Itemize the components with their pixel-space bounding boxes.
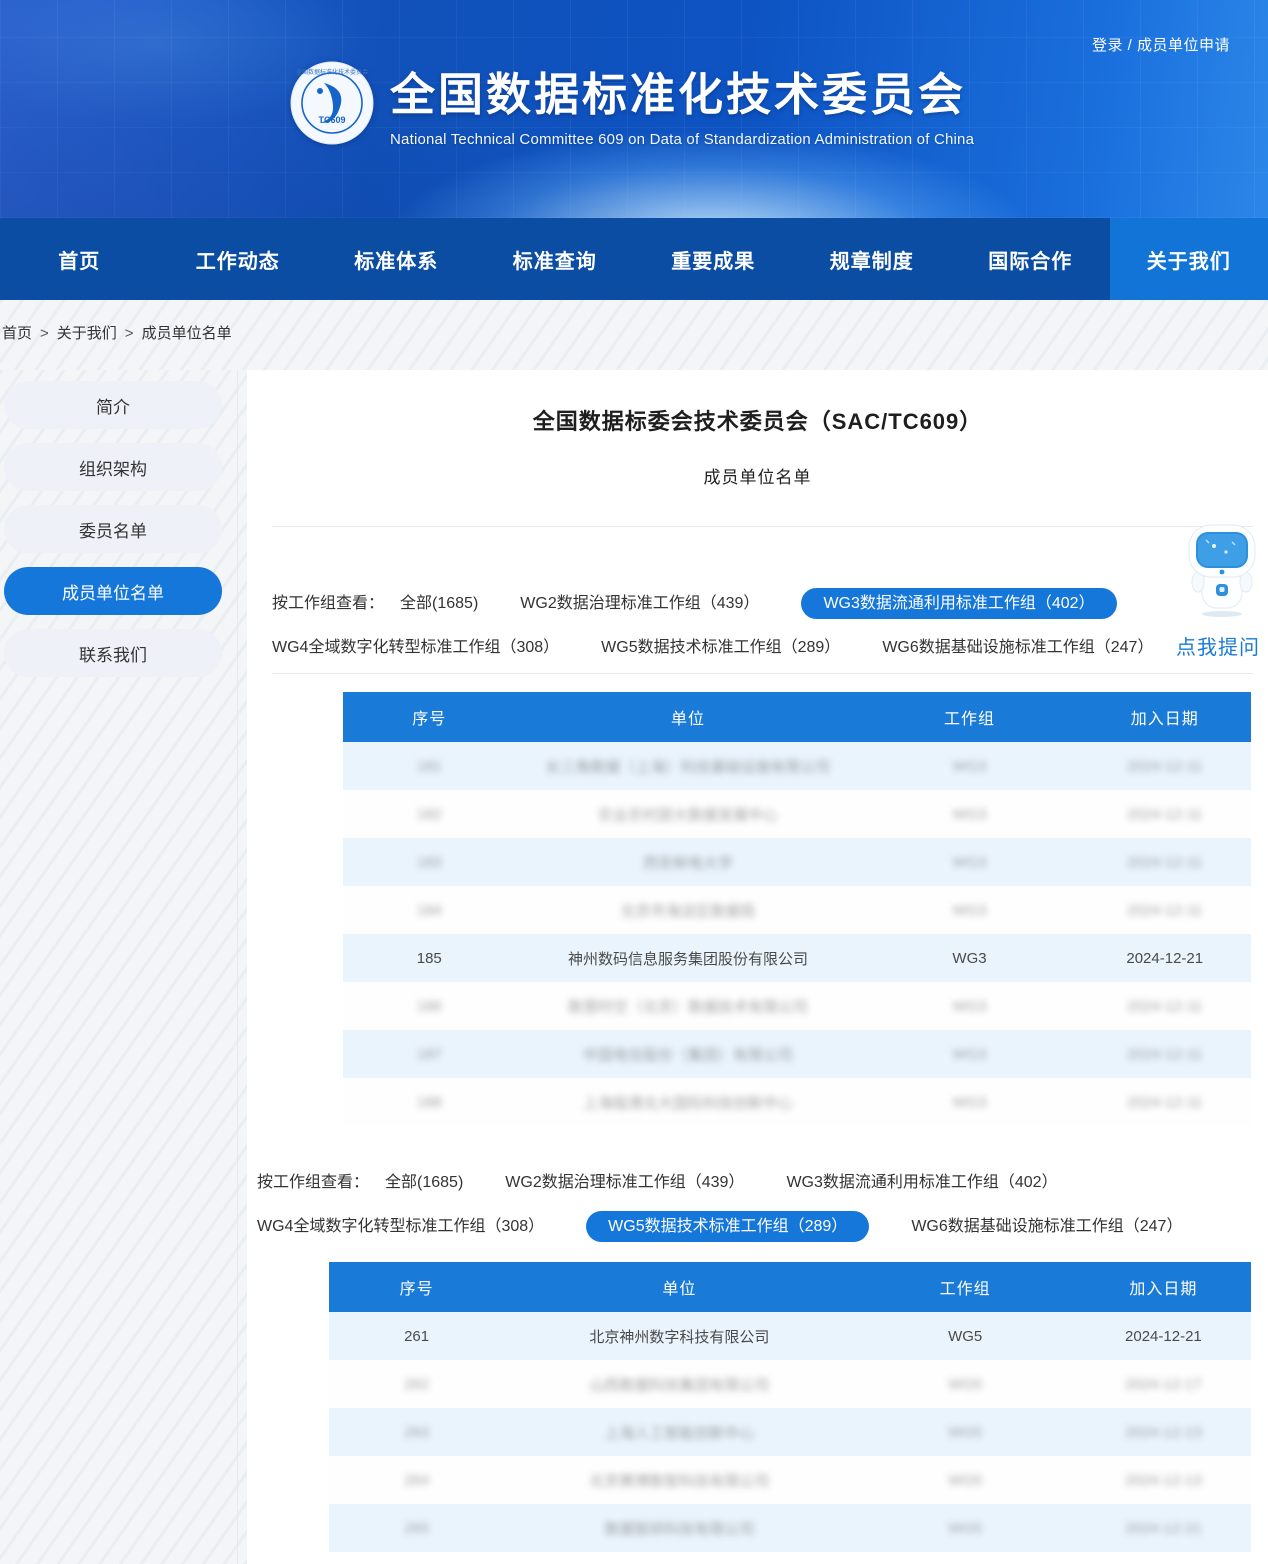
site-title: 全国数据标准化技术委员会: [390, 58, 974, 123]
brand: TC609 全国数据标准化技术委员会 全国数据标准化技术委员会 National…: [290, 58, 974, 148]
nav-item-international[interactable]: 国际合作: [951, 218, 1110, 300]
workgroup-filter-selected[interactable]: WG5数据技术标准工作组（289）: [586, 1211, 869, 1242]
workgroup-filter-selected[interactable]: WG3数据流通利用标准工作组（402）: [801, 588, 1116, 619]
sidebar-item-contact[interactable]: 联系我们: [4, 629, 222, 677]
breadcrumb-home[interactable]: 首页: [2, 325, 32, 342]
main-nav: 首页 工作动态 标准体系 标准查询 重要成果 规章制度 国际合作 关于我们: [0, 218, 1268, 300]
nav-item-news[interactable]: 工作动态: [159, 218, 318, 300]
nav-item-standard-search[interactable]: 标准查询: [476, 218, 635, 300]
workgroup-filter[interactable]: WG2数据治理标准工作组（439）: [520, 595, 759, 612]
svg-text:全国数据标准化技术委员会: 全国数据标准化技术委员会: [296, 68, 368, 76]
breadcrumb: 首页 > 关于我们 > 成员单位名单: [0, 300, 1268, 370]
workgroup-filter[interactable]: WG5数据技术标准工作组（289）: [601, 639, 840, 656]
member-row: 185神州数码信息服务集团股份有限公司WG32024-12-21: [343, 934, 1251, 982]
nav-item-about-us[interactable]: 关于我们: [1110, 218, 1268, 300]
breadcrumb-current: 成员单位名单: [142, 325, 232, 342]
main-panel: 全国数据标委会技术委员会（SAC/TC609） 成员单位名单 按工作组查看： 全…: [247, 370, 1268, 1564]
member-row: 184北京市海淀区数据局WG32024-12-11: [343, 886, 1251, 934]
nav-item-home[interactable]: 首页: [0, 218, 159, 300]
sidebar-item-structure[interactable]: 组织架构: [4, 443, 222, 491]
breadcrumb-separator: >: [125, 325, 134, 342]
member-table-wg3: 序号 单位 工作组 加入日期 181长三角数据（上海）科技基础设施有限公司WG3…: [343, 692, 1251, 1126]
member-row: 264北京赛博数智科技有限公司WG52024-12-13: [329, 1456, 1251, 1504]
brand-text: 全国数据标准化技术委员会 National Technical Committe…: [390, 58, 974, 148]
col-header-join-date: 加入日期: [1076, 1262, 1251, 1312]
workgroup-filter[interactable]: WG6数据基础设施标准工作组（247）: [882, 639, 1153, 656]
workgroup-filter[interactable]: WG2数据治理标准工作组（439）: [505, 1174, 744, 1191]
member-row: 262山西数据科技集团有限公司WG52024-12-17: [329, 1360, 1251, 1408]
table-header-row: 序号 单位 工作组 加入日期: [329, 1262, 1251, 1312]
member-row: 186数慧时空（北京）数据技术有限公司WG32024-12-11: [343, 982, 1251, 1030]
member-row: 263上海人工智能创新中心WG52024-12-13: [329, 1408, 1251, 1456]
login-apply-link[interactable]: 登录 / 成员单位申请: [1092, 34, 1230, 55]
assistant-robot-icon[interactable]: [1186, 524, 1258, 618]
col-header-workgroup: 工作组: [855, 1262, 1076, 1312]
workgroup-filter[interactable]: 全部(1685): [385, 1174, 463, 1191]
col-header-org: 单位: [504, 1262, 854, 1312]
divider: [272, 526, 1253, 527]
sidebar-item-committee-list[interactable]: 委员名单: [4, 505, 222, 553]
member-row: 188上海临港北大国际科技创新中心WG32024-12-11: [343, 1078, 1251, 1126]
sidebar-item-member-units[interactable]: 成员单位名单: [4, 567, 222, 615]
col-header-workgroup: 工作组: [861, 692, 1079, 742]
col-header-no: 序号: [329, 1262, 504, 1312]
workgroup-filter[interactable]: WG6数据基础设施标准工作组（247）: [911, 1218, 1182, 1235]
content: 简介 组织架构 委员名单 成员单位名单 联系我们 全国数据标委会技术委员会（SA…: [0, 370, 1268, 1564]
nav-item-achievements[interactable]: 重要成果: [634, 218, 793, 300]
sidebar-item-intro[interactable]: 简介: [4, 381, 222, 429]
nav-item-regulations[interactable]: 规章制度: [793, 218, 952, 300]
filter-group-label: 按工作组查看：: [257, 1168, 369, 1192]
breadcrumb-about[interactable]: 关于我们: [57, 325, 117, 342]
breadcrumb-separator: >: [40, 325, 49, 342]
svg-text:TC609: TC609: [318, 115, 345, 125]
member-row: 265数据智研科技有限公司WG52024-12-21: [329, 1504, 1251, 1552]
page-subtitle: 成员单位名单: [247, 463, 1268, 488]
workgroup-filter[interactable]: WG4全域数字化转型标准工作组（308）: [257, 1218, 544, 1235]
sidebar: 简介 组织架构 委员名单 成员单位名单 联系我们: [0, 370, 247, 1564]
filter-group-label: 按工作组查看：: [272, 589, 384, 613]
page-title: 全国数据标委会技术委员会（SAC/TC609）: [247, 404, 1268, 436]
col-header-no: 序号: [343, 692, 516, 742]
member-table-wg5: 序号 单位 工作组 加入日期 261北京神州数字科技有限公司WG52024-12…: [329, 1262, 1251, 1552]
sidebar-divider: [237, 370, 238, 1564]
member-section-wg3: 按工作组查看： 全部(1685) WG2数据治理标准工作组（439） WG3数据流通…: [247, 581, 1268, 1126]
divider: [272, 673, 1253, 674]
tc609-logo-icon: TC609 全国数据标准化技术委员会: [290, 61, 374, 145]
member-row: 182农业农村部大数据发展中心WG32024-12-11: [343, 790, 1251, 838]
workgroup-filter[interactable]: WG3数据流通利用标准工作组（402）: [786, 1174, 1057, 1191]
site-banner: 登录 / 成员单位申请 TC609 全国数据标准化技术委员会 全国数据标准化技术…: [0, 0, 1268, 218]
member-row: 261北京神州数字科技有限公司WG52024-12-21: [329, 1312, 1251, 1360]
nav-item-standard-system[interactable]: 标准体系: [317, 218, 476, 300]
workgroup-filters: 按工作组查看： 全部(1685) WG2数据治理标准工作组（439） WG3数据流通…: [247, 1160, 1268, 1244]
page: 登录 / 成员单位申请 TC609 全国数据标准化技术委员会 全国数据标准化技术…: [0, 0, 1268, 1564]
col-header-org: 单位: [516, 692, 861, 742]
workgroup-filter[interactable]: 全部(1685): [400, 595, 478, 612]
col-header-join-date: 加入日期: [1078, 692, 1251, 742]
workgroup-filter[interactable]: WG4全域数字化转型标准工作组（308）: [272, 639, 559, 656]
member-row: 187中国电信股份（集团）有限公司WG32024-12-11: [343, 1030, 1251, 1078]
member-row: 183西安邮电大学WG32024-12-11: [343, 838, 1251, 886]
table-header-row: 序号 单位 工作组 加入日期: [343, 692, 1251, 742]
ask-me-button[interactable]: 点我提问: [1172, 631, 1264, 660]
workgroup-filters: 按工作组查看： 全部(1685) WG2数据治理标准工作组（439） WG3数据流通…: [247, 581, 1268, 665]
member-row: 181长三角数据（上海）科技基础设施有限公司WG32024-12-11: [343, 742, 1251, 790]
member-section-wg5: 按工作组查看： 全部(1685) WG2数据治理标准工作组（439） WG3数据流通…: [247, 1160, 1268, 1552]
site-subtitle: National Technical Committee 609 on Data…: [390, 131, 974, 148]
